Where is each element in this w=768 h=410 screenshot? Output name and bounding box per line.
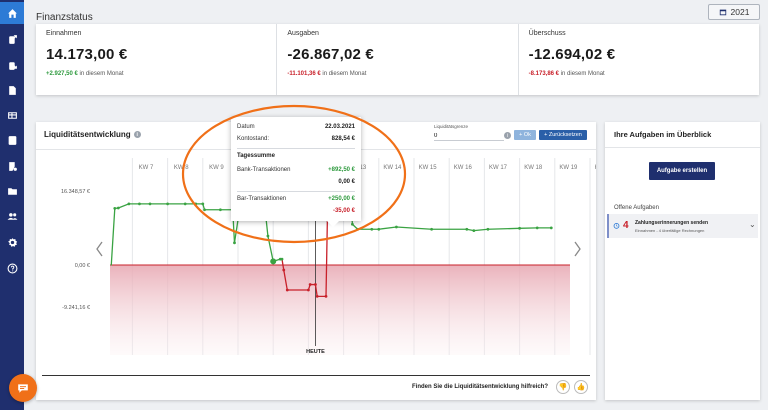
- chevron-left-icon[interactable]: [96, 241, 103, 257]
- data-point: [308, 283, 312, 286]
- data-point: [465, 227, 469, 231]
- data-point: [535, 226, 539, 230]
- limit-info-icon[interactable]: i: [504, 132, 511, 139]
- data-point: [324, 294, 328, 298]
- negative-area: [110, 265, 570, 355]
- table-icon[interactable]: [0, 104, 24, 126]
- liquidity-title: Liquiditätsentwicklung i: [44, 130, 141, 139]
- outgoing-transactions-icon[interactable]: [0, 54, 24, 76]
- data-point: [280, 257, 284, 261]
- accounting-icon[interactable]: [0, 129, 24, 151]
- data-point: [430, 227, 433, 231]
- kpi-delta: -8.173,86 € in diesem Monat: [528, 71, 605, 77]
- ok-button[interactable]: + Ok: [514, 130, 536, 140]
- data-point: [486, 227, 490, 231]
- feedback-question: Finden Sie die Liquiditätsentwicklung hi…: [412, 384, 549, 390]
- week-label: KW 17: [489, 165, 508, 171]
- report-icon[interactable]: [0, 155, 24, 177]
- alarm-clock-icon: [613, 222, 620, 229]
- kpi-row: Einnahmen 14.173,00 € +2.927,50 € in die…: [36, 24, 759, 95]
- data-point: [148, 202, 152, 206]
- week-label: KW 19: [559, 165, 578, 171]
- thumbs-down-icon[interactable]: 👎: [556, 380, 570, 394]
- open-tasks-label: Offene Aufgaben: [614, 205, 659, 211]
- data-point: [518, 226, 521, 230]
- hovered-point: [270, 258, 277, 265]
- highlight-ellipse: [181, 104, 407, 244]
- chevron-right-icon[interactable]: [574, 241, 581, 257]
- year-selector[interactable]: 2021: [708, 4, 760, 20]
- sidebar: [0, 0, 24, 410]
- tasks-panel: Ihre Aufgaben im Überblick Aufgabe erste…: [605, 122, 760, 400]
- data-point: [285, 288, 289, 292]
- week-label: KW 16: [454, 165, 473, 171]
- info-icon[interactable]: i: [133, 131, 141, 138]
- data-point: [282, 268, 286, 272]
- calendar-icon: [719, 9, 726, 16]
- data-point: [315, 294, 319, 298]
- series-segment: [487, 227, 521, 230]
- task-title: Zahlungserinnerungen senden: [635, 220, 709, 226]
- page-title: Finanzstatus: [36, 12, 93, 23]
- kpi-label: Einnahmen: [46, 30, 82, 37]
- task-subtitle: Einnahmen - 4 überfällige Rechnungen: [635, 228, 705, 233]
- week-label: KW 15: [419, 165, 438, 171]
- incoming-transactions-icon[interactable]: [0, 28, 24, 50]
- thumbs-up-icon[interactable]: 👍: [574, 380, 588, 394]
- feedback-divider: [42, 375, 590, 376]
- kpi-delta: -11.101,36 € in diesem Monat: [287, 71, 367, 77]
- kpi-income: Einnahmen 14.173,00 € +2.927,50 € in die…: [36, 24, 278, 95]
- kpi-expenses: Ausgaben -26.867,02 € -11.101,36 € in di…: [277, 24, 519, 95]
- tasks-divider: [605, 147, 760, 148]
- folder-icon[interactable]: [0, 180, 24, 202]
- task-count: 4: [623, 220, 629, 231]
- kpi-label: Ausgaben: [287, 30, 319, 37]
- data-point: [116, 206, 120, 210]
- year-label: 2021: [730, 7, 750, 17]
- data-point: [166, 202, 170, 206]
- y-tick-label: -9.241,16 €: [62, 305, 90, 311]
- kpi-label: Überschuss: [528, 30, 566, 37]
- week-label: KW 20: [595, 165, 596, 171]
- data-point: [314, 283, 317, 286]
- today-label: HEUTE: [306, 349, 325, 355]
- contacts-icon[interactable]: [0, 205, 24, 227]
- week-label: KW 18: [524, 165, 543, 171]
- chat-icon: [18, 384, 28, 393]
- help-icon[interactable]: [0, 257, 24, 279]
- liquidity-limit-input[interactable]: [434, 131, 504, 141]
- y-tick-label: 16.348,57 €: [61, 189, 90, 195]
- chat-button[interactable]: [9, 374, 37, 402]
- liquidity-limit-label: Liquiditätsgrenze: [434, 124, 469, 129]
- kpi-value: -26.867,02 €: [287, 46, 374, 63]
- task-item[interactable]: 4 Zahlungserinnerungen senden Einnahmen …: [607, 214, 758, 238]
- data-point: [472, 229, 476, 232]
- create-task-button[interactable]: Aufgabe erstellen: [649, 162, 715, 180]
- kpi-delta: +2.927,50 € in diesem Monat: [46, 71, 124, 77]
- data-point: [138, 202, 141, 206]
- week-label: KW 7: [139, 165, 154, 171]
- series-segment: [110, 207, 116, 266]
- chevron-down-icon[interactable]: ⌄: [749, 220, 756, 229]
- y-tick-label: 0,00 €: [75, 263, 90, 269]
- series-segment: [117, 203, 130, 209]
- kpi-value: 14.173,00 €: [46, 46, 128, 63]
- data-point: [307, 288, 310, 292]
- kpi-value: -12.694,02 €: [528, 46, 616, 63]
- settings-gear-icon[interactable]: [0, 231, 24, 253]
- series-segment: [473, 228, 489, 232]
- documents-icon[interactable]: [0, 79, 24, 101]
- data-point: [127, 202, 131, 206]
- tasks-title: Ihre Aufgaben im Überblick: [614, 130, 712, 139]
- home-icon[interactable]: [0, 2, 24, 24]
- reset-button[interactable]: + Zurücksetzen: [539, 130, 587, 140]
- data-point: [113, 207, 117, 210]
- kpi-surplus: Überschuss -12.694,02 € -8.173,86 € in d…: [519, 24, 759, 95]
- data-point: [549, 226, 553, 230]
